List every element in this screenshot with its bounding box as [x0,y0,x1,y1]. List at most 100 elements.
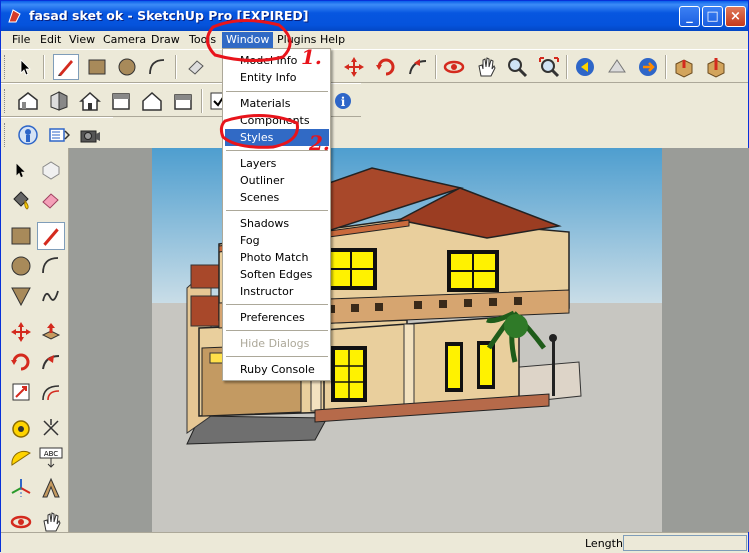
front-view-icon[interactable] [46,88,72,114]
toolbar-separator [175,55,177,79]
paint-bucket-icon[interactable] [7,186,35,214]
move-icon[interactable] [341,54,367,80]
pan-icon[interactable] [473,54,499,80]
scale-icon[interactable] [7,378,35,406]
menu-view[interactable]: View [65,32,99,48]
share-component-icon[interactable] [703,54,729,80]
menu-window[interactable]: Window [222,32,274,48]
rectangle-icon[interactable] [7,222,35,250]
left-view-icon[interactable] [139,88,165,114]
toolbar-grip[interactable] [4,55,7,79]
rotate-icon[interactable] [373,54,399,80]
status-bar: Length [1,532,748,552]
axes-icon[interactable] [7,474,35,502]
circle-icon[interactable] [114,54,140,80]
measurements-input[interactable] [623,535,747,551]
maximize-icon: □ [706,9,719,24]
menu-item-instructor[interactable]: Instructor [225,283,329,300]
left-toolbar: ABC [1,148,69,532]
annotation-step-2: 2. [309,131,330,155]
menu-item-fog[interactable]: Fog [225,232,329,249]
title-bar[interactable]: fasad sket ok - SketchUp Pro [EXPIRED] _… [1,1,748,31]
previous-icon[interactable] [572,54,598,80]
zoom-icon[interactable] [504,54,530,80]
menu-item-hide-dialogs: Hide Dialogs [240,337,310,350]
menu-item-outliner[interactable]: Outliner [225,172,329,189]
dimension-icon[interactable] [37,414,65,442]
pencil-icon[interactable] [53,54,79,80]
offset-icon[interactable] [37,378,65,406]
select-icon[interactable] [13,54,39,80]
rotate-icon[interactable] [7,348,35,376]
menu-item-preferences[interactable]: Preferences [225,309,329,326]
3d-text-icon[interactable] [37,474,65,502]
get-components-icon[interactable] [671,54,697,80]
zoom-extents-icon[interactable] [536,54,562,80]
menu-item-ruby-console[interactable]: Ruby Console [225,361,329,378]
toolbar-grip[interactable] [4,89,7,113]
sketchup-app-icon[interactable] [7,8,23,24]
polygon-icon[interactable] [7,282,35,310]
toolbar-grip[interactable] [4,123,7,147]
walk-icon[interactable] [15,122,41,148]
toolbar-walkthrough [1,117,113,151]
menu-item-scenes[interactable]: Scenes [225,189,329,206]
text-icon[interactable]: ABC [37,444,65,472]
section-icon[interactable] [46,122,72,148]
menu-item-components[interactable]: Components [225,112,329,129]
minimize-icon: _ [686,9,693,24]
menu-item-photo-match[interactable]: Photo Match [225,249,329,266]
make-component-icon[interactable] [37,156,65,184]
menu-file[interactable]: File [8,32,34,48]
annotation-step-1: 1. [301,45,322,69]
menu-item-soften-edges[interactable]: Soften Edges [225,266,329,283]
protractor-icon[interactable] [7,444,35,472]
info-icon[interactable]: i [330,88,356,114]
eraser-icon[interactable] [37,186,65,214]
rectangle-icon[interactable] [84,54,110,80]
close-icon: × [730,9,741,24]
menu-separator [226,330,328,332]
measurements-label: Length [585,537,623,550]
eraser-icon[interactable] [183,54,209,80]
pencil-icon[interactable] [37,222,65,250]
maximize-button[interactable]: □ [702,6,723,27]
move-icon[interactable] [7,318,35,346]
iso-view-icon[interactable] [15,88,41,114]
camera-icon[interactable] [77,122,103,148]
right-view-icon[interactable] [170,88,196,114]
menu-item-shadows[interactable]: Shadows [225,215,329,232]
menu-tools[interactable]: Tools [185,32,220,48]
house-icon[interactable] [77,88,103,114]
sketchup-window: fasad sket ok - SketchUp Pro [EXPIRED] _… [0,0,749,552]
svg-text:ABC: ABC [44,450,58,458]
circle-icon[interactable] [7,252,35,280]
orbit-icon[interactable] [441,54,467,80]
toolbar-separator [43,55,45,79]
model-viewport[interactable] [69,148,749,532]
tape-measure-icon[interactable] [7,414,35,442]
menu-camera[interactable]: Camera [99,32,150,48]
toolbar-separator [435,55,437,79]
followme-icon[interactable] [37,348,65,376]
arc-icon[interactable] [144,54,170,80]
minimize-button[interactable]: _ [679,6,700,27]
menu-separator [226,210,328,212]
menu-item-layers[interactable]: Layers [225,155,329,172]
select-icon[interactable] [7,156,35,184]
menu-edit[interactable]: Edit [36,32,65,48]
menu-item-materials[interactable]: Materials [225,95,329,112]
next-icon[interactable] [604,54,630,80]
menu-separator [226,304,328,306]
menu-draw[interactable]: Draw [147,32,184,48]
followme-icon[interactable] [405,54,431,80]
back-view-icon[interactable] [108,88,134,114]
freehand-icon[interactable] [37,282,65,310]
close-button[interactable]: × [725,6,746,27]
menu-separator [226,91,328,93]
window-menu-dropdown: Model Info Entity Info Materials Compone… [222,48,331,381]
menu-item-entity-info[interactable]: Entity Info [225,69,329,86]
pushpull-icon[interactable] [37,318,65,346]
arc-icon[interactable] [37,252,65,280]
get-models-icon[interactable] [635,54,661,80]
